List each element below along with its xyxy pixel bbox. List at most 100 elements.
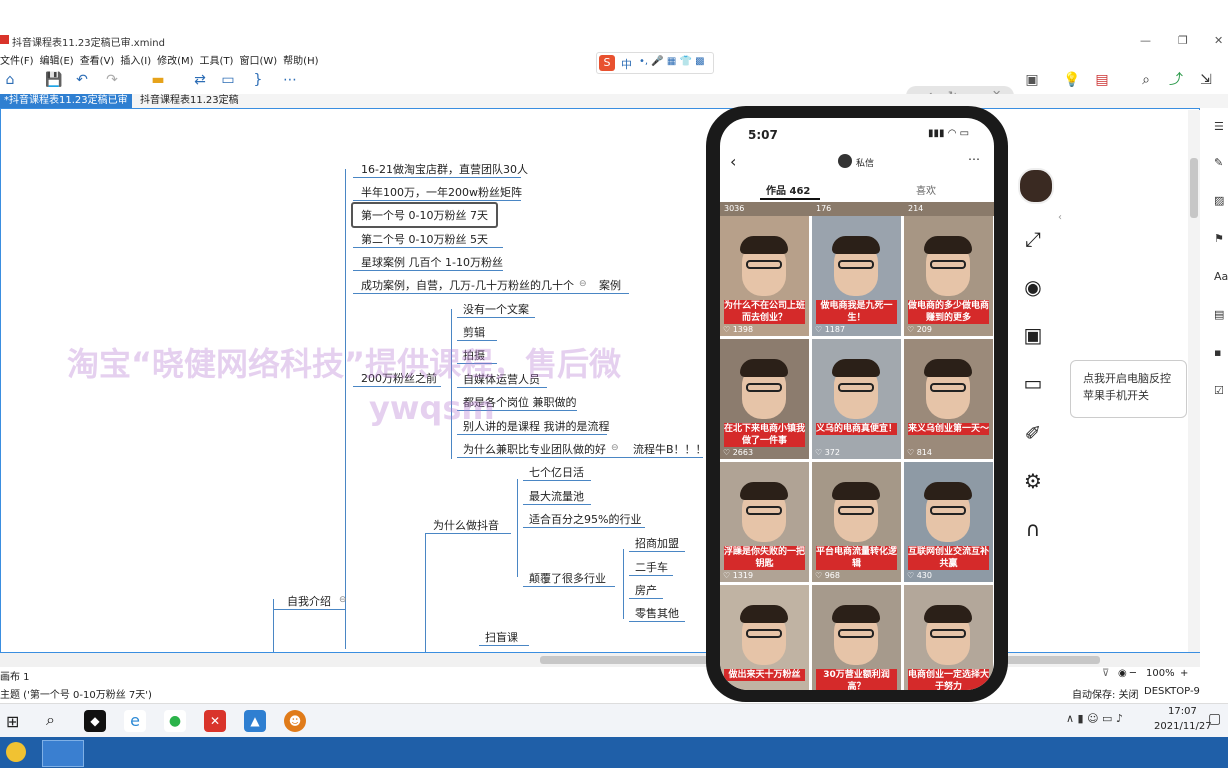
more-icon[interactable]: ⋯ [280, 70, 300, 90]
app-icon-face[interactable]: ☻ [284, 710, 306, 732]
notification-icon[interactable]: ▢ [1208, 711, 1221, 727]
ime-tools-icon[interactable]: •, 🎤 ▦ 👕 ▩ [639, 56, 705, 67]
collapse-icon[interactable]: ⊖ [611, 443, 619, 453]
topic-node[interactable]: 流程牛B！！！ [633, 441, 707, 457]
topic-node[interactable]: 适合百分之95%的行业 [529, 511, 641, 527]
tab-current[interactable]: *抖音课程表11.23定稿已审 ✕ [0, 94, 132, 120]
outline-icon[interactable]: ☰ [1214, 120, 1226, 133]
layout-icon[interactable]: ▤ [1092, 70, 1112, 90]
video-thumbnail[interactable]: 电商创业一定选择大于努力♡ 1629 [904, 585, 993, 690]
redo-icon[interactable]: ↷ [102, 70, 122, 90]
filter-icon[interactable]: ⊽ [1102, 668, 1109, 679]
wechat-icon[interactable]: ● [164, 710, 186, 732]
undo-icon[interactable]: ↶ [72, 70, 92, 90]
comment-icon[interactable]: ▪ [1214, 346, 1226, 359]
search-icon[interactable]: ⌕ [46, 710, 55, 730]
flag-icon[interactable]: ⚑ [1214, 232, 1226, 245]
home-icon[interactable]: ⌂ [0, 70, 20, 90]
edge-icon[interactable]: e [124, 710, 146, 732]
topic-node[interactable]: 为什么兼职比专业团队做的好 [463, 441, 606, 457]
zoom-in-icon[interactable]: + [1180, 668, 1188, 679]
topic-icon[interactable]: ▬ [148, 70, 168, 90]
ime-mode[interactable]: 中 [621, 56, 632, 72]
topic-node[interactable]: 为什么做抖音 [433, 517, 499, 533]
topic-node[interactable]: 成功案例，自营，几万-几十万粉丝的几十个 [361, 277, 574, 293]
xmind-icon[interactable]: ✕ [204, 710, 226, 732]
video-thumbnail[interactable]: 为什么不在公司上班而去创业？ ♡ 1398 [720, 216, 809, 336]
video-thumbnail[interactable]: 做电商我是九死一生！ ♡ 1187 [812, 216, 901, 336]
idea-icon[interactable]: 💡 [1062, 70, 1082, 90]
search-icon[interactable]: ⌕ [1136, 70, 1156, 90]
phone-screen[interactable]: 5:07 ▮▮▮ ◠ ▭ ‹ 私信 ⋯ 作品 462 喜欢 3036 176 2… [720, 118, 994, 690]
presentation-icon[interactable]: ▣ [1022, 70, 1042, 90]
app-icon[interactable]: ◆ [84, 710, 106, 732]
topic-node[interactable]: 零售其他 [635, 605, 679, 621]
topic-node[interactable]: 星球案例 几百个 1-10万粉丝 [361, 254, 503, 270]
reverse-control-tooltip[interactable]: 点我开启电脑反控苹果手机开关 [1070, 360, 1187, 418]
zoom-level[interactable]: 100% [1146, 668, 1175, 679]
relationship-icon[interactable]: ⇄ [190, 70, 210, 90]
screenshot-icon[interactable]: ◉ [1020, 274, 1046, 300]
topic-node[interactable]: 最大流量池 [529, 488, 584, 504]
phone-mirror[interactable]: 5:07 ▮▮▮ ◠ ▭ ‹ 私信 ⋯ 作品 462 喜欢 3036 176 2… [706, 106, 1008, 702]
topic-node[interactable]: 招商加盟 [635, 535, 679, 551]
topic-node[interactable]: 房产 [635, 582, 657, 598]
vertical-scrollbar[interactable] [1188, 110, 1200, 652]
tray-icons[interactable]: ∧ ▮ ☺ ▭ ♪ [1066, 712, 1123, 725]
font-icon[interactable]: Aa [1214, 270, 1228, 283]
topic-node[interactable]: 16-21做淘宝店群，直营团队30人 [361, 161, 528, 177]
video-thumbnail[interactable]: 做出来天十万粉丝♡ 424 [720, 585, 809, 690]
restore-icon[interactable]: ❐ [1178, 34, 1188, 47]
topic-node[interactable]: 没有一个文案 [463, 301, 529, 317]
back-icon[interactable]: ‹ [730, 152, 736, 171]
collapse-icon[interactable]: ⊖ [579, 279, 587, 289]
topic-node[interactable]: 扫盲课 [485, 629, 518, 645]
mirror-app-icon[interactable]: ▲ [244, 710, 266, 732]
topic-node[interactable]: 半年100万，一年200w粉丝矩阵 [361, 184, 522, 200]
settings-icon[interactable]: ⚙ [1020, 468, 1046, 494]
topic-node[interactable]: 自我介绍 [287, 593, 331, 609]
windows-start-icon[interactable]: ⊞ [6, 712, 19, 731]
topic-node[interactable]: 案例 [599, 277, 621, 293]
video-thumbnail[interactable]: 义乌的电商真便宜！ ♡ 372 [812, 339, 901, 459]
export-icon[interactable]: ⇲ [1196, 70, 1216, 90]
scroll-thumb[interactable] [1190, 158, 1198, 218]
more-icon[interactable]: ⋯ [968, 152, 980, 166]
headset-icon[interactable]: ∩ [1020, 516, 1046, 542]
record-icon[interactable]: ▣ [1020, 322, 1046, 348]
topic-node[interactable]: 第二个号 0-10万粉丝 5天 [361, 231, 488, 247]
sheet-tab[interactable]: 画布 1 [0, 668, 30, 683]
notes-icon[interactable]: ▤ [1214, 308, 1226, 321]
tab-other[interactable]: 抖音课程表11.23定稿 [136, 94, 243, 108]
topic-node[interactable]: 二手车 [635, 559, 668, 575]
chrome-icon[interactable] [6, 742, 26, 762]
collapse-arrow-icon[interactable]: ‹ [1058, 212, 1062, 223]
fullscreen-icon[interactable]: ⤢ [1020, 226, 1046, 252]
save-icon[interactable]: 💾 [44, 70, 64, 90]
video-thumbnail[interactable]: 互联网创业交流互补共赢 ♡ 430 [904, 462, 993, 582]
eye-icon[interactable]: ◉ ─ [1118, 668, 1136, 679]
image-icon[interactable]: ▨ [1214, 194, 1226, 207]
video-thumbnail[interactable]: 做电商的多少做电商赚到的更多 ♡ 209 [904, 216, 993, 336]
minimize-icon[interactable]: — [1140, 34, 1151, 47]
summary-icon[interactable]: } [248, 70, 268, 90]
selected-topic-node[interactable]: 第一个号 0-10万粉丝 7天 [351, 202, 498, 228]
user-avatar[interactable] [1018, 168, 1054, 204]
video-thumbnail[interactable]: 在北下来电商小镇我做了一件事 ♡ 2663 [720, 339, 809, 459]
horizontal-scrollbar[interactable] [0, 653, 1200, 667]
xmind-taskbar-icon[interactable] [42, 740, 84, 767]
close-icon[interactable]: ✕ [1214, 34, 1223, 47]
video-thumbnail[interactable]: 来义乌创业第一天～ ♡ 814 [904, 339, 993, 459]
video-thumbnail[interactable]: 平台电商流量转化逻辑 ♡ 968 [812, 462, 901, 582]
topic-node[interactable]: 七个亿日活 [529, 464, 584, 480]
boundary-icon[interactable]: ▭ [218, 70, 238, 90]
topic-node[interactable]: 剪辑 [463, 324, 485, 340]
dm-label[interactable]: 私信 [856, 156, 874, 169]
style-icon[interactable]: ✎ [1214, 156, 1226, 169]
brush-icon[interactable]: ✐ [1020, 420, 1046, 446]
ime-toolbar[interactable]: S 中 •, 🎤 ▦ 👕 ▩ [596, 52, 714, 74]
topic-node[interactable]: 颠覆了很多行业 [529, 570, 606, 586]
task-icon[interactable]: ☑ [1214, 384, 1226, 397]
tab-likes[interactable]: 喜欢 [916, 182, 936, 197]
collapse-icon[interactable]: ⊖ [339, 595, 347, 605]
